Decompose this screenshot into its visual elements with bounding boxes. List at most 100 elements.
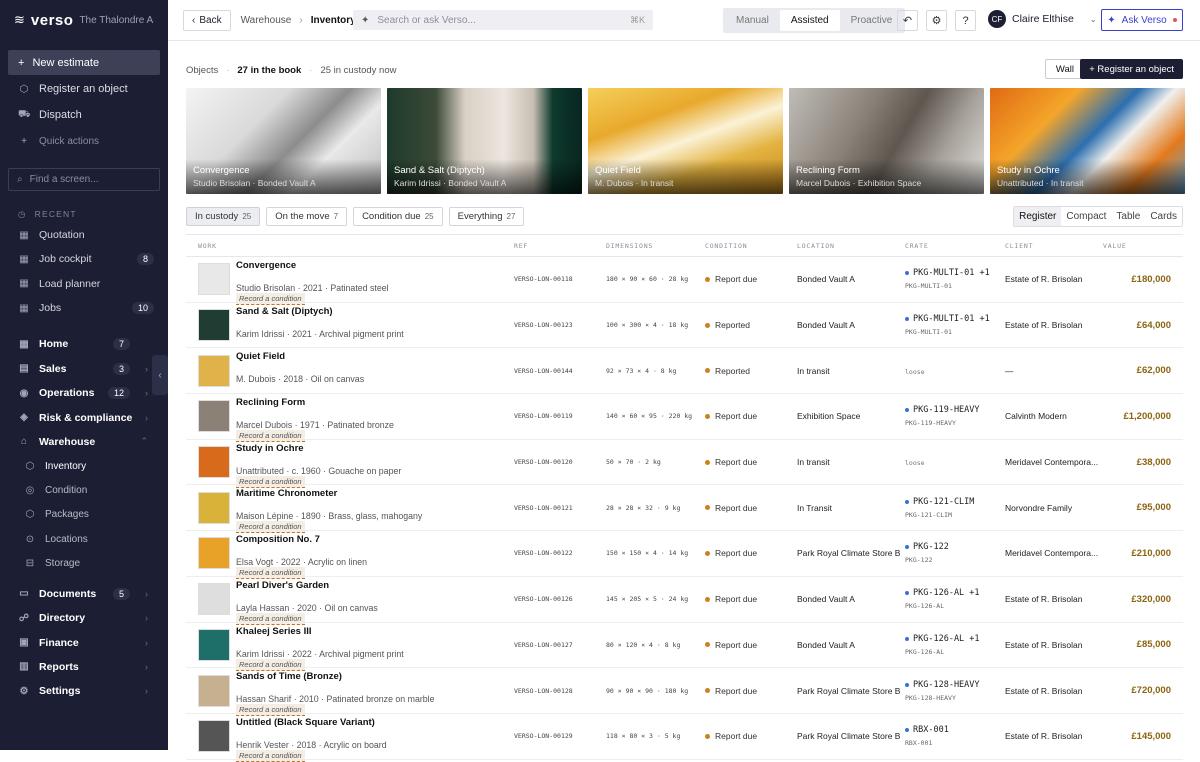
crate-id[interactable]: PKG-126-AL +1 [905, 588, 1005, 598]
filter-in-custody[interactable]: In custody 25 [186, 207, 261, 226]
quick-actions[interactable]: + Quick actions [0, 128, 168, 154]
user-menu[interactable]: CF Claire Elthise ⌄ [988, 10, 1097, 28]
record-condition-link[interactable]: Record a condition [236, 749, 305, 762]
artwork-thumbnail[interactable] [198, 400, 230, 433]
crate-id[interactable]: PKG-121-CLIM [905, 497, 1005, 507]
filter-condition-due[interactable]: Condition due 25 [353, 207, 443, 226]
featured-card[interactable]: Study in Ochre Unattributed · In transit [990, 88, 1185, 194]
undo-button[interactable]: ↶ [897, 10, 918, 31]
nav-documents[interactable]: ▭ Documents 5 › [0, 582, 168, 606]
col-value[interactable]: VALUE [1103, 242, 1171, 250]
nav-warehouse[interactable]: ⌂ Warehouse ⌃ [0, 430, 168, 454]
work-title[interactable]: Reclining Form [236, 397, 305, 408]
settings-button[interactable]: ⚙ [926, 10, 947, 31]
register-object-button[interactable]: + Register an object [1080, 59, 1183, 79]
table-row[interactable]: Pearl Diver's Garden Layla Hassan · 2020… [186, 577, 1183, 625]
recent-item-job-cockpit[interactable]: ▦ Job cockpit 8 [0, 247, 168, 271]
recent-item-jobs[interactable]: ▦ Jobs 10 [0, 296, 168, 320]
artwork-thumbnail[interactable] [198, 446, 230, 479]
featured-card[interactable]: Quiet Field M. Dubois · In transit [588, 88, 783, 194]
nav-settings[interactable]: ⚙ Settings › [0, 679, 168, 703]
breadcrumb-parent[interactable]: Warehouse [241, 15, 292, 26]
table-row[interactable]: Khaleej Series III Karim Idrissi · 2022 … [186, 623, 1183, 671]
nav-reports[interactable]: ▥ Reports › [0, 655, 168, 679]
view-table[interactable]: Table [1111, 207, 1145, 226]
work-title[interactable]: Untitled (Black Square Variant) [236, 717, 375, 728]
nav-operations[interactable]: ◉ Operations 12 › [0, 381, 168, 405]
sidebar-item-packages[interactable]: ⬡ Packages [0, 503, 168, 527]
artwork-thumbnail[interactable] [198, 720, 230, 753]
artwork-thumbnail[interactable] [198, 537, 230, 570]
table-row[interactable]: Quiet Field M. Dubois · 2018 · Oil on ca… [186, 348, 1183, 395]
table-row[interactable]: Reclining Form Marcel Dubois · 1971 · Pa… [186, 394, 1183, 443]
view-cards[interactable]: Cards [1145, 207, 1182, 226]
work-title[interactable]: Sand & Salt (Diptych) [236, 306, 333, 317]
artwork-thumbnail[interactable] [198, 491, 230, 524]
ask-verso-button[interactable]: ✦ Ask Verso [1101, 9, 1183, 31]
artwork-thumbnail[interactable] [198, 583, 230, 616]
table-row[interactable]: Convergence Studio Brisolan · 2021 · Pat… [186, 257, 1183, 305]
nav-finance[interactable]: ▣ Finance › [0, 630, 168, 654]
view-register[interactable]: Register [1014, 207, 1062, 226]
featured-card[interactable]: Reclining Form Marcel Dubois · Exhibition… [789, 88, 984, 194]
sidebar-item-condition[interactable]: ◎ Condition [0, 478, 168, 502]
work-title[interactable]: Maritime Chronometer [236, 488, 337, 499]
crate-id[interactable]: PKG-MULTI-01 +1 [905, 268, 1005, 278]
col-crate[interactable]: CRATE [905, 242, 1005, 250]
col-condition[interactable]: CONDITION [705, 242, 797, 250]
register-object-action[interactable]: ⬡ Register an object [0, 76, 168, 102]
crate-id[interactable]: PKG-119-HEAVY [905, 405, 1005, 415]
work-title[interactable]: Khaleej Series III [236, 626, 312, 637]
table-row[interactable]: Maritime Chronometer Maison Lépine · 189… [186, 485, 1183, 534]
crate-id[interactable]: PKG-126-AL +1 [905, 634, 1005, 644]
table-row[interactable]: Composition No. 7 Elsa Vogt · 2022 · Acr… [186, 531, 1183, 580]
featured-card[interactable]: Sand & Salt (Diptych) Karim Idrissi · Bon… [387, 88, 582, 194]
crate-id[interactable]: RBX-001 [905, 725, 1005, 735]
dispatch-action[interactable]: ⛟ Dispatch [0, 102, 168, 128]
artwork-thumbnail[interactable] [198, 628, 230, 661]
wall-button[interactable]: Wall [1044, 59, 1085, 79]
featured-card[interactable]: Convergence Studio Brisolan · Bonded Vaul… [186, 88, 381, 194]
col-work[interactable]: WORK [186, 242, 514, 250]
sidebar-item-inventory[interactable]: ⬡ Inventory [0, 454, 168, 478]
work-title[interactable]: Composition No. 7 [236, 534, 320, 545]
work-title[interactable]: Sands of Time (Bronze) [236, 671, 342, 682]
brand[interactable]: ≋ verso The Thalondre Ar... [0, 0, 168, 40]
table-row[interactable]: Untitled (Black Square Variant) Henrik V… [186, 714, 1183, 762]
mode-manual[interactable]: Manual [725, 10, 780, 31]
work-title[interactable]: Convergence [236, 260, 296, 271]
crate-id[interactable]: PKG-128-HEAVY [905, 680, 1005, 690]
work-title[interactable]: Pearl Diver's Garden [236, 580, 329, 591]
col-location[interactable]: LOCATION [797, 242, 905, 250]
work-title[interactable]: Study in Ochre [236, 443, 304, 454]
col-dimensions[interactable]: DIMENSIONS [606, 242, 705, 250]
collapse-sidebar-button[interactable]: ‹ [152, 355, 168, 395]
artwork-thumbnail[interactable] [198, 309, 230, 342]
col-client[interactable]: CLIENT [1005, 242, 1103, 250]
mode-assisted[interactable]: Assisted [779, 10, 840, 31]
artwork-thumbnail[interactable] [198, 354, 230, 387]
table-row[interactable]: Study in Ochre Unattributed · c. 1960 · … [186, 440, 1183, 488]
crate-id[interactable]: PKG-122 [905, 542, 1005, 552]
sidebar-item-storage[interactable]: ⊟ Storage [0, 551, 168, 575]
artwork-thumbnail[interactable] [198, 674, 230, 707]
nav-directory[interactable]: ☍ Directory › [0, 606, 168, 630]
back-button[interactable]: ‹ Back [183, 9, 231, 31]
nav-sales[interactable]: ▤ Sales 3 › [0, 357, 168, 381]
col-ref[interactable]: REF [514, 242, 606, 250]
recent-item-load-planner[interactable]: ▦ Load planner [0, 272, 168, 296]
crate-id[interactable]: PKG-MULTI-01 +1 [905, 314, 1005, 324]
help-button[interactable]: ? [955, 10, 976, 31]
new-estimate-button[interactable]: + New estimate [8, 50, 160, 75]
view-compact[interactable]: Compact [1061, 207, 1111, 226]
find-screen-input[interactable]: ⌕ Find a screen... [8, 168, 160, 191]
recent-item-quotation[interactable]: ▦ Quotation [0, 223, 168, 247]
filter-on-the-move[interactable]: On the move 7 [266, 207, 348, 226]
nav-home[interactable]: ▦ Home 7 [0, 332, 168, 356]
search-input[interactable]: ✦ Search or ask Verso... ⌘K [353, 10, 653, 30]
table-row[interactable]: Sands of Time (Bronze) Hassan Sharif · 2… [186, 668, 1183, 717]
sidebar-item-locations[interactable]: ⊙ Locations [0, 527, 168, 551]
work-title[interactable]: Quiet Field [236, 351, 285, 362]
artwork-thumbnail[interactable] [198, 263, 230, 296]
nav-risk-compliance[interactable]: ◈ Risk & compliance › [0, 405, 168, 429]
